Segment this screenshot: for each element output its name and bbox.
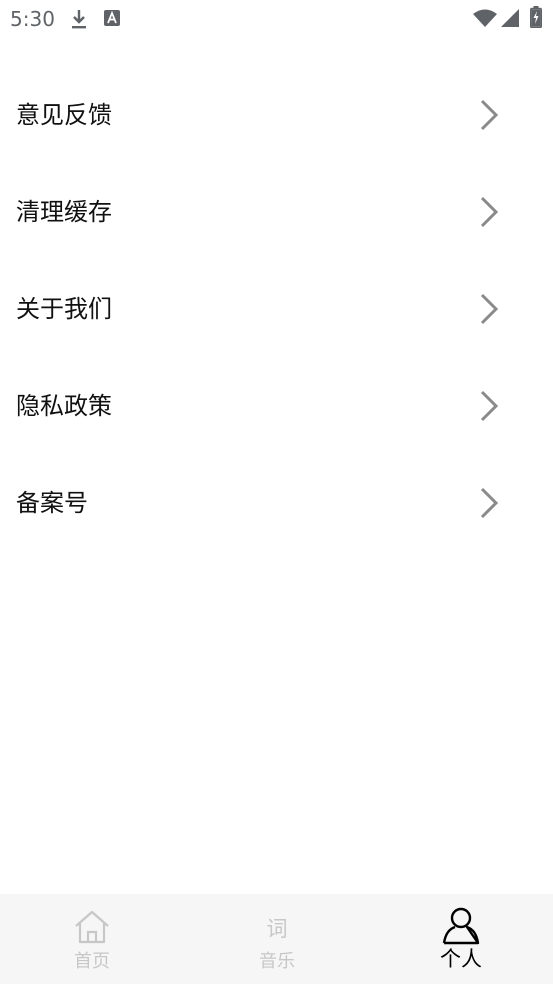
tab-profile[interactable]: 个人 xyxy=(401,894,521,984)
menu-item-label: 意见反馈 xyxy=(16,101,112,129)
tab-label: 首页 xyxy=(74,951,110,972)
menu-item-label: 备案号 xyxy=(16,489,88,517)
tab-music[interactable]: 词 音乐 xyxy=(217,894,337,984)
download-icon xyxy=(70,8,88,34)
menu-item-label: 清理缓存 xyxy=(16,198,112,226)
a-icon xyxy=(104,10,120,30)
home-icon xyxy=(73,910,111,948)
person-icon xyxy=(441,906,481,950)
lyrics-icon: 词 xyxy=(266,917,288,941)
menu-item-feedback[interactable]: 意见反馈 xyxy=(0,66,553,163)
bottom-tab-bar: 首页 词 音乐 个人 xyxy=(0,894,553,984)
menu-item-clear-cache[interactable]: 清理缓存 xyxy=(0,163,553,260)
signal-icon xyxy=(501,9,519,31)
menu-item-privacy-policy[interactable]: 隐私政策 xyxy=(0,357,553,454)
menu-item-label: 关于我们 xyxy=(16,295,112,323)
chevron-right-icon xyxy=(478,389,500,423)
chevron-right-icon xyxy=(478,292,500,326)
status-bar: 5:30 xyxy=(0,0,553,40)
menu-item-about-us[interactable]: 关于我们 xyxy=(0,260,553,357)
chevron-right-icon xyxy=(478,195,500,229)
tab-label: 个人 xyxy=(440,947,482,971)
battery-charging-icon xyxy=(530,6,542,32)
menu-item-label: 隐私政策 xyxy=(16,392,112,420)
tab-label: 音乐 xyxy=(259,951,295,972)
tab-home[interactable]: 首页 xyxy=(32,894,152,984)
menu-item-icp-record[interactable]: 备案号 xyxy=(0,454,553,551)
settings-menu: 意见反馈 清理缓存 关于我们 隐私政策 备案号 xyxy=(0,66,553,551)
chevron-right-icon xyxy=(478,486,500,520)
chevron-right-icon xyxy=(478,98,500,132)
wifi-icon xyxy=(473,9,497,31)
status-time: 5:30 xyxy=(10,7,55,31)
